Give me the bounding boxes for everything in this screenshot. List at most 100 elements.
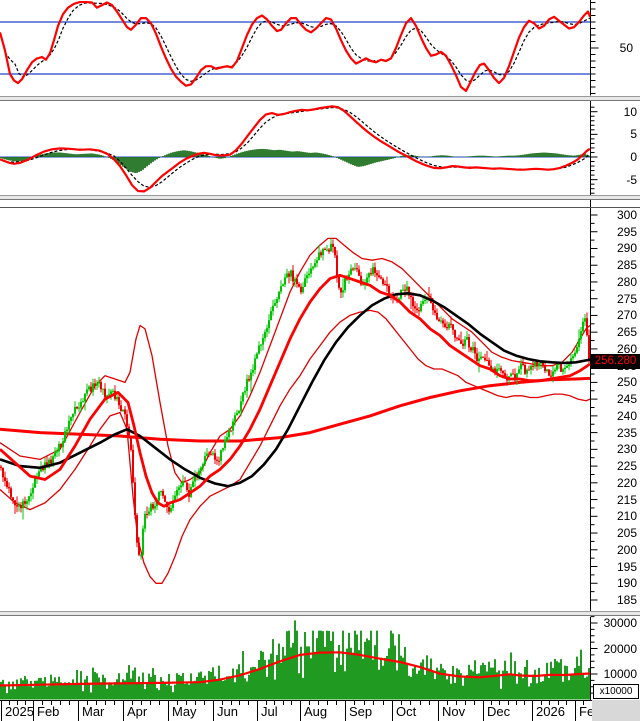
month-tick	[483, 701, 484, 721]
week-tick	[274, 701, 276, 705]
volume-panel[interactable]	[0, 617, 590, 700]
week-tick	[401, 701, 403, 705]
month-label: 2026	[536, 704, 565, 719]
week-tick	[265, 701, 267, 705]
week-tick	[318, 701, 319, 705]
week-tick	[248, 701, 250, 705]
week-tick	[282, 701, 284, 705]
month-tick	[78, 701, 79, 721]
week-tick	[114, 701, 115, 705]
month-label: Mar	[82, 704, 105, 719]
week-tick	[327, 701, 328, 705]
month-tick	[438, 701, 439, 721]
week-tick	[363, 701, 365, 705]
month-tick	[257, 701, 258, 721]
week-tick	[69, 701, 70, 705]
axis-corner	[592, 700, 640, 721]
week-tick	[150, 701, 151, 705]
week-tick	[230, 701, 232, 705]
week-tick	[566, 701, 568, 705]
month-label: Dec	[487, 704, 511, 719]
week-tick	[309, 701, 310, 705]
price-axis-label: 290	[616, 241, 637, 256]
stochastic-panel[interactable]	[0, 0, 590, 96]
week-tick	[9, 701, 10, 705]
week-tick	[221, 701, 223, 705]
week-tick	[499, 701, 501, 705]
week-tick	[382, 701, 384, 705]
week-tick	[25, 701, 26, 705]
price-axis-label: 250	[616, 375, 637, 390]
volume-multiplier-label: x10000	[593, 684, 639, 699]
price-axis-label: 270	[616, 308, 637, 323]
month-label: Aug	[304, 704, 328, 719]
month-tick	[123, 701, 124, 721]
price-axis-label: 235	[616, 425, 637, 440]
price-axis-label: 205	[616, 526, 637, 541]
month-label: Jul	[261, 704, 278, 719]
panel-splitter-1[interactable]	[0, 96, 640, 101]
month-label: Sep	[349, 704, 373, 719]
technical-analysis-chart: 50 256.280 x10000 2025 Feb Mar Apr May Jun Jul…	[0, 0, 640, 721]
week-tick	[177, 701, 178, 705]
price-axis-label: 240	[616, 408, 637, 423]
panel-splitter-3[interactable]	[0, 611, 640, 616]
price-panel[interactable]	[0, 207, 590, 611]
main-panel-top-frame	[0, 207, 640, 208]
x-axis[interactable]: 2025 Feb Mar Apr May Jun Jul Aug Sep Oct Nov Dec 202…	[0, 700, 592, 721]
week-tick	[465, 701, 466, 705]
month-label: Feb	[37, 704, 60, 719]
price-axis-label: 200	[616, 542, 637, 557]
volume-axis-label: 10000	[603, 667, 637, 681]
week-tick	[239, 701, 241, 705]
week-tick	[159, 701, 160, 705]
month-tick	[213, 701, 214, 721]
price-axis-label: 230	[616, 442, 637, 457]
stoch-midline-label: 50	[619, 41, 633, 55]
month-label: Oct	[396, 704, 417, 719]
month-tick	[1, 701, 2, 721]
price-axis-label: 285	[616, 258, 637, 273]
week-tick	[557, 701, 559, 705]
week-tick	[523, 701, 525, 705]
week-tick	[373, 701, 375, 705]
week-tick	[42, 701, 43, 705]
price-axis-label: 190	[616, 576, 637, 591]
month-label: Jun	[217, 704, 238, 719]
week-tick	[51, 701, 52, 705]
macd-axis-label: 0	[630, 150, 637, 164]
month-tick	[345, 701, 346, 721]
week-tick	[419, 701, 421, 705]
month-label: Nov	[442, 704, 466, 719]
week-tick	[87, 701, 88, 705]
month-tick	[392, 701, 393, 721]
month-tick	[300, 701, 301, 721]
week-tick	[336, 701, 337, 705]
macd-panel[interactable]	[0, 101, 590, 195]
week-tick	[447, 701, 448, 705]
week-tick	[60, 701, 61, 705]
price-axis-label: 300	[616, 208, 637, 222]
week-tick	[105, 701, 106, 705]
volume-axis-label: 30000	[603, 616, 637, 630]
price-axis-label: 295	[616, 224, 637, 239]
week-tick	[96, 701, 97, 705]
week-tick	[204, 701, 205, 705]
price-axis-label: 215	[616, 492, 637, 507]
price-axis-label: 280	[616, 274, 637, 289]
week-tick	[491, 701, 493, 705]
month-tick	[532, 701, 533, 721]
month-tick	[33, 701, 34, 721]
week-tick	[507, 701, 509, 705]
week-tick	[17, 701, 18, 705]
price-axis-label: 195	[616, 559, 637, 574]
week-tick	[141, 701, 142, 705]
month-tick	[575, 701, 576, 721]
month-tick	[168, 701, 169, 721]
macd-axis-label: 10	[623, 104, 637, 119]
month-label: May	[172, 704, 197, 719]
week-tick	[456, 701, 457, 705]
week-tick	[582, 701, 584, 705]
panel-splitter-2[interactable]	[0, 195, 640, 200]
price-axis-label: 220	[616, 475, 637, 490]
